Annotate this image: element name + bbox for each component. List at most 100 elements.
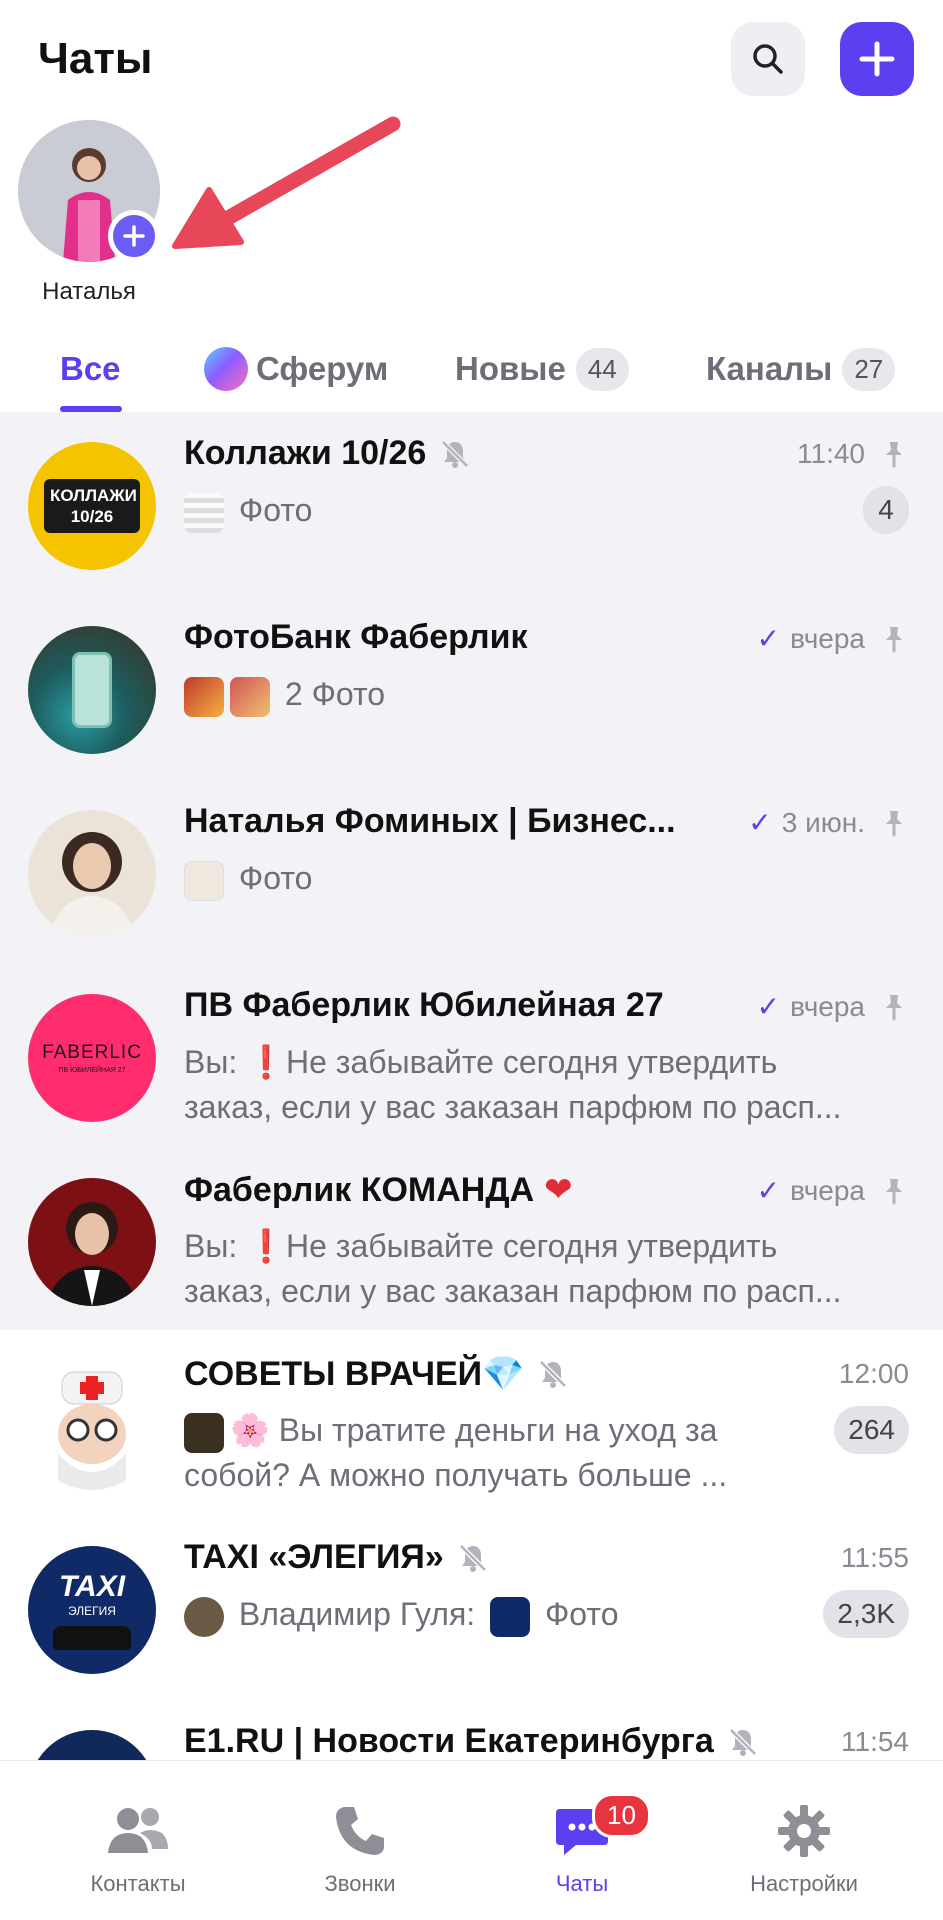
exclamation-icon: ❗: [246, 1044, 286, 1080]
flower-icon: 🌸: [230, 1412, 270, 1448]
chat-name: ПВ Фаберлик Юбилейная 27: [184, 986, 664, 1024]
chat-row[interactable]: Фаберлик КОМАНДА ❤ ✓ вчера Вы: ❗Не забыв…: [0, 1148, 943, 1331]
sender-avatar: [184, 1596, 224, 1637]
tab-label: Новые: [455, 350, 566, 387]
read-check-icon: ✓: [756, 623, 781, 654]
exclamation-icon: ❗: [246, 1228, 286, 1264]
nav-unread-badge: 10: [592, 1793, 651, 1838]
muted-bell-icon: [441, 439, 470, 468]
pin-icon: [886, 442, 902, 468]
search-button[interactable]: [731, 22, 805, 96]
tab-count-badge: 44: [575, 347, 629, 391]
nav-chats[interactable]: 10 Чаты: [492, 1793, 672, 1897]
photo-thumbnail: [184, 676, 224, 717]
chat-time: 11:55: [841, 1542, 909, 1573]
pin-icon: [886, 626, 902, 652]
chat-time: ✓ вчера: [757, 1174, 909, 1207]
pin-icon: [886, 994, 902, 1020]
chat-time: 12:00: [838, 1358, 909, 1389]
add-story-button[interactable]: [108, 210, 160, 262]
photo-thumbnail: [230, 676, 270, 717]
chat-name: E1.RU | Новости Екатеринбурга: [184, 1722, 760, 1761]
photo-thumbnail: [490, 1596, 531, 1637]
muted-bell-icon: [539, 1360, 568, 1388]
chat-time: 11:54: [841, 1726, 909, 1757]
chat-row[interactable]: ФотоБанк Фаберлик ✓ вчера 2 Фото: [0, 596, 943, 779]
chat-avatar: КОЛЛАЖИ 10/26: [28, 442, 156, 570]
chat-list: КОЛЛАЖИ 10/26 Коллажи 10/26 11:40 Фото 4…: [0, 412, 943, 1762]
nav-label: Контакты: [90, 1871, 186, 1896]
contacts-icon: [108, 1808, 168, 1853]
photo-thumbnail: [184, 1412, 224, 1453]
tab-sferum[interactable]: Сферум: [204, 344, 388, 394]
chat-avatar: [28, 1178, 156, 1306]
chat-last-message: Вы: ❗Не забывайте сегодня утвердить зака…: [184, 1044, 842, 1125]
heart-icon: ❤: [544, 1171, 573, 1209]
chat-row[interactable]: FABERLIC ПВ ЮБИЛЕЙНАЯ 27 ПВ Фаберлик Юби…: [0, 964, 943, 1147]
nav-contacts[interactable]: Контакты: [48, 1801, 228, 1897]
muted-bell-icon: [458, 1543, 487, 1572]
sferum-icon: [204, 347, 248, 391]
nav-label: Настройки: [750, 1871, 858, 1896]
gear-icon: [778, 1805, 830, 1857]
chat-avatar: [28, 1730, 156, 1762]
unread-badge: 264: [834, 1406, 909, 1454]
tab-all[interactable]: Все: [60, 344, 121, 394]
muted-bell-icon: [729, 1727, 757, 1756]
chat-time: ✓ вчера: [757, 990, 909, 1023]
pin-icon: [886, 1178, 902, 1204]
nav-settings[interactable]: Настройки: [714, 1801, 894, 1897]
bottom-navigation: Контакты Звонки 10 Чаты Настройки: [0, 1760, 943, 1920]
chat-row[interactable]: КОЛЛАЖИ 10/26 Коллажи 10/26 11:40 Фото 4: [0, 412, 943, 595]
chat-row[interactable]: TAXI ЭЛЕГИЯ TAXI «ЭЛЕГИЯ» 11:55 Владимир…: [0, 1516, 943, 1699]
chat-avatar: [28, 1362, 156, 1490]
chat-name: TAXI «ЭЛЕГИЯ»: [184, 1538, 490, 1577]
pin-icon: [886, 810, 902, 836]
story-name: Наталья: [42, 278, 136, 305]
plus-icon: [859, 41, 895, 77]
chat-name: Коллажи 10/26: [184, 434, 472, 473]
chat-name: СОВЕТЫ ВРАЧЕЙ 💎: [184, 1354, 570, 1394]
read-check-icon: ✓: [756, 1175, 781, 1206]
read-check-icon: ✓: [756, 991, 781, 1022]
tab-label: Сферум: [256, 350, 389, 387]
diamond-icon: 💎: [482, 1355, 525, 1393]
plus-icon: [123, 225, 145, 247]
chat-name: ФотоБанк Фаберлик: [184, 618, 528, 656]
tab-channels[interactable]: Каналы 27: [706, 344, 896, 394]
page-title: Чаты: [38, 34, 153, 83]
search-icon: [753, 44, 783, 74]
chat-last-message: 2 Фото: [184, 672, 904, 717]
chat-last-message: Вы: ❗Не забывайте сегодня утвердить зака…: [184, 1228, 842, 1309]
chat-last-message: Владимир Гуля: Фото: [184, 1592, 904, 1637]
photo-thumbnail: [184, 492, 224, 533]
new-chat-button[interactable]: [840, 22, 914, 96]
filter-tabs: Все Сферум Новые 44 Каналы 27: [0, 330, 943, 412]
chat-name: Наталья Фоминых | Бизнес...: [184, 802, 676, 840]
tab-count-badge: 27: [842, 347, 896, 391]
read-check-icon: ✓: [748, 807, 772, 838]
nav-calls[interactable]: Звонки: [270, 1801, 450, 1897]
nav-label: Звонки: [324, 1871, 396, 1896]
header: Чаты: [0, 0, 943, 130]
chat-avatar: [28, 626, 156, 754]
unread-badge: 4: [863, 486, 909, 534]
chat-time: ✓ вчера: [757, 622, 909, 655]
phone-icon: [336, 1807, 384, 1855]
unread-badge: 2,3K: [823, 1590, 909, 1638]
chat-time: ✓ 3 июн.: [748, 806, 909, 839]
tab-label: Все: [60, 350, 121, 387]
chat-row[interactable]: Наталья Фоминых | Бизнес... ✓ 3 июн. Фот…: [0, 780, 943, 963]
tab-new[interactable]: Новые 44: [455, 344, 629, 394]
nav-label: Чаты: [555, 1871, 609, 1896]
photo-thumbnail: [184, 860, 224, 901]
chat-last-message: 🌸 Вы тратите деньги на уход за собой? А …: [184, 1412, 728, 1493]
chat-row[interactable]: E1.RU | Новости Екатеринбурга 11:54: [0, 1700, 943, 1762]
chat-last-message: Фото: [184, 856, 904, 901]
tab-label: Каналы: [706, 350, 833, 387]
chat-row[interactable]: СОВЕТЫ ВРАЧЕЙ 💎 12:00 🌸 Вы тратите деньг…: [0, 1332, 943, 1515]
chat-last-message: Фото: [184, 488, 904, 533]
annotation-arrow-icon: [172, 116, 401, 249]
chat-avatar: TAXI ЭЛЕГИЯ: [28, 1546, 156, 1674]
chat-time: 11:40: [797, 438, 909, 470]
